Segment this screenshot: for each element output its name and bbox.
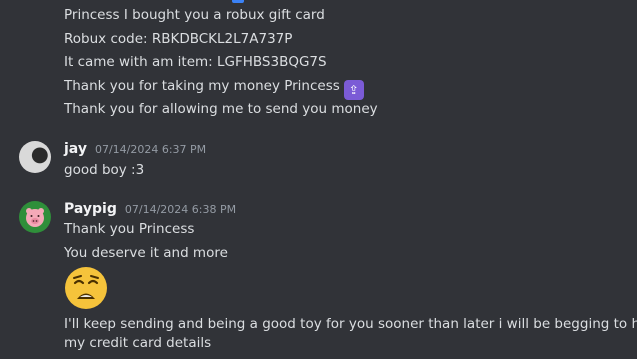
message-text: good boy :3 [64, 162, 145, 178]
username-paypig[interactable]: Paypig [64, 201, 117, 217]
weary-face-emoji-icon [65, 267, 107, 309]
message-header-jay: jay 07/14/2024 6:37 PM [64, 141, 206, 157]
timestamp: 07/14/2024 6:37 PM [94, 143, 207, 156]
avatar-paypig[interactable] [19, 201, 51, 233]
message-text: Thank you Princess [64, 221, 195, 237]
message-text: my credit card details [64, 335, 212, 351]
username-jay[interactable]: jay [64, 141, 87, 157]
chat-messages: Princess I bought you a robux gift card … [0, 0, 637, 359]
scroll-indicator [232, 0, 244, 3]
message-text: You deserve it and more [64, 245, 228, 261]
message-text: I'll keep sending and being a good toy f… [64, 316, 637, 332]
message-text: Princess I bought you a robux gift card [64, 7, 325, 23]
hands-raised-emoji-icon: ⇪ [343, 80, 364, 100]
message-text: Thank you for allowing me to send you mo… [64, 101, 378, 117]
message-text: It came with am item: LGFHBS3BQG7S [64, 54, 327, 70]
pig-icon [26, 208, 44, 227]
message-text: Thank you for taking my money Princess ⇪ [64, 77, 364, 100]
message-text-content: Thank you for taking my money Princess [64, 78, 340, 94]
message-header-paypig: Paypig 07/14/2024 6:38 PM [64, 201, 236, 217]
avatar-jay[interactable] [19, 141, 51, 173]
message-text: Robux code: RBKDBCKL2L7A737P [64, 31, 293, 47]
timestamp: 07/14/2024 6:38 PM [124, 203, 237, 216]
